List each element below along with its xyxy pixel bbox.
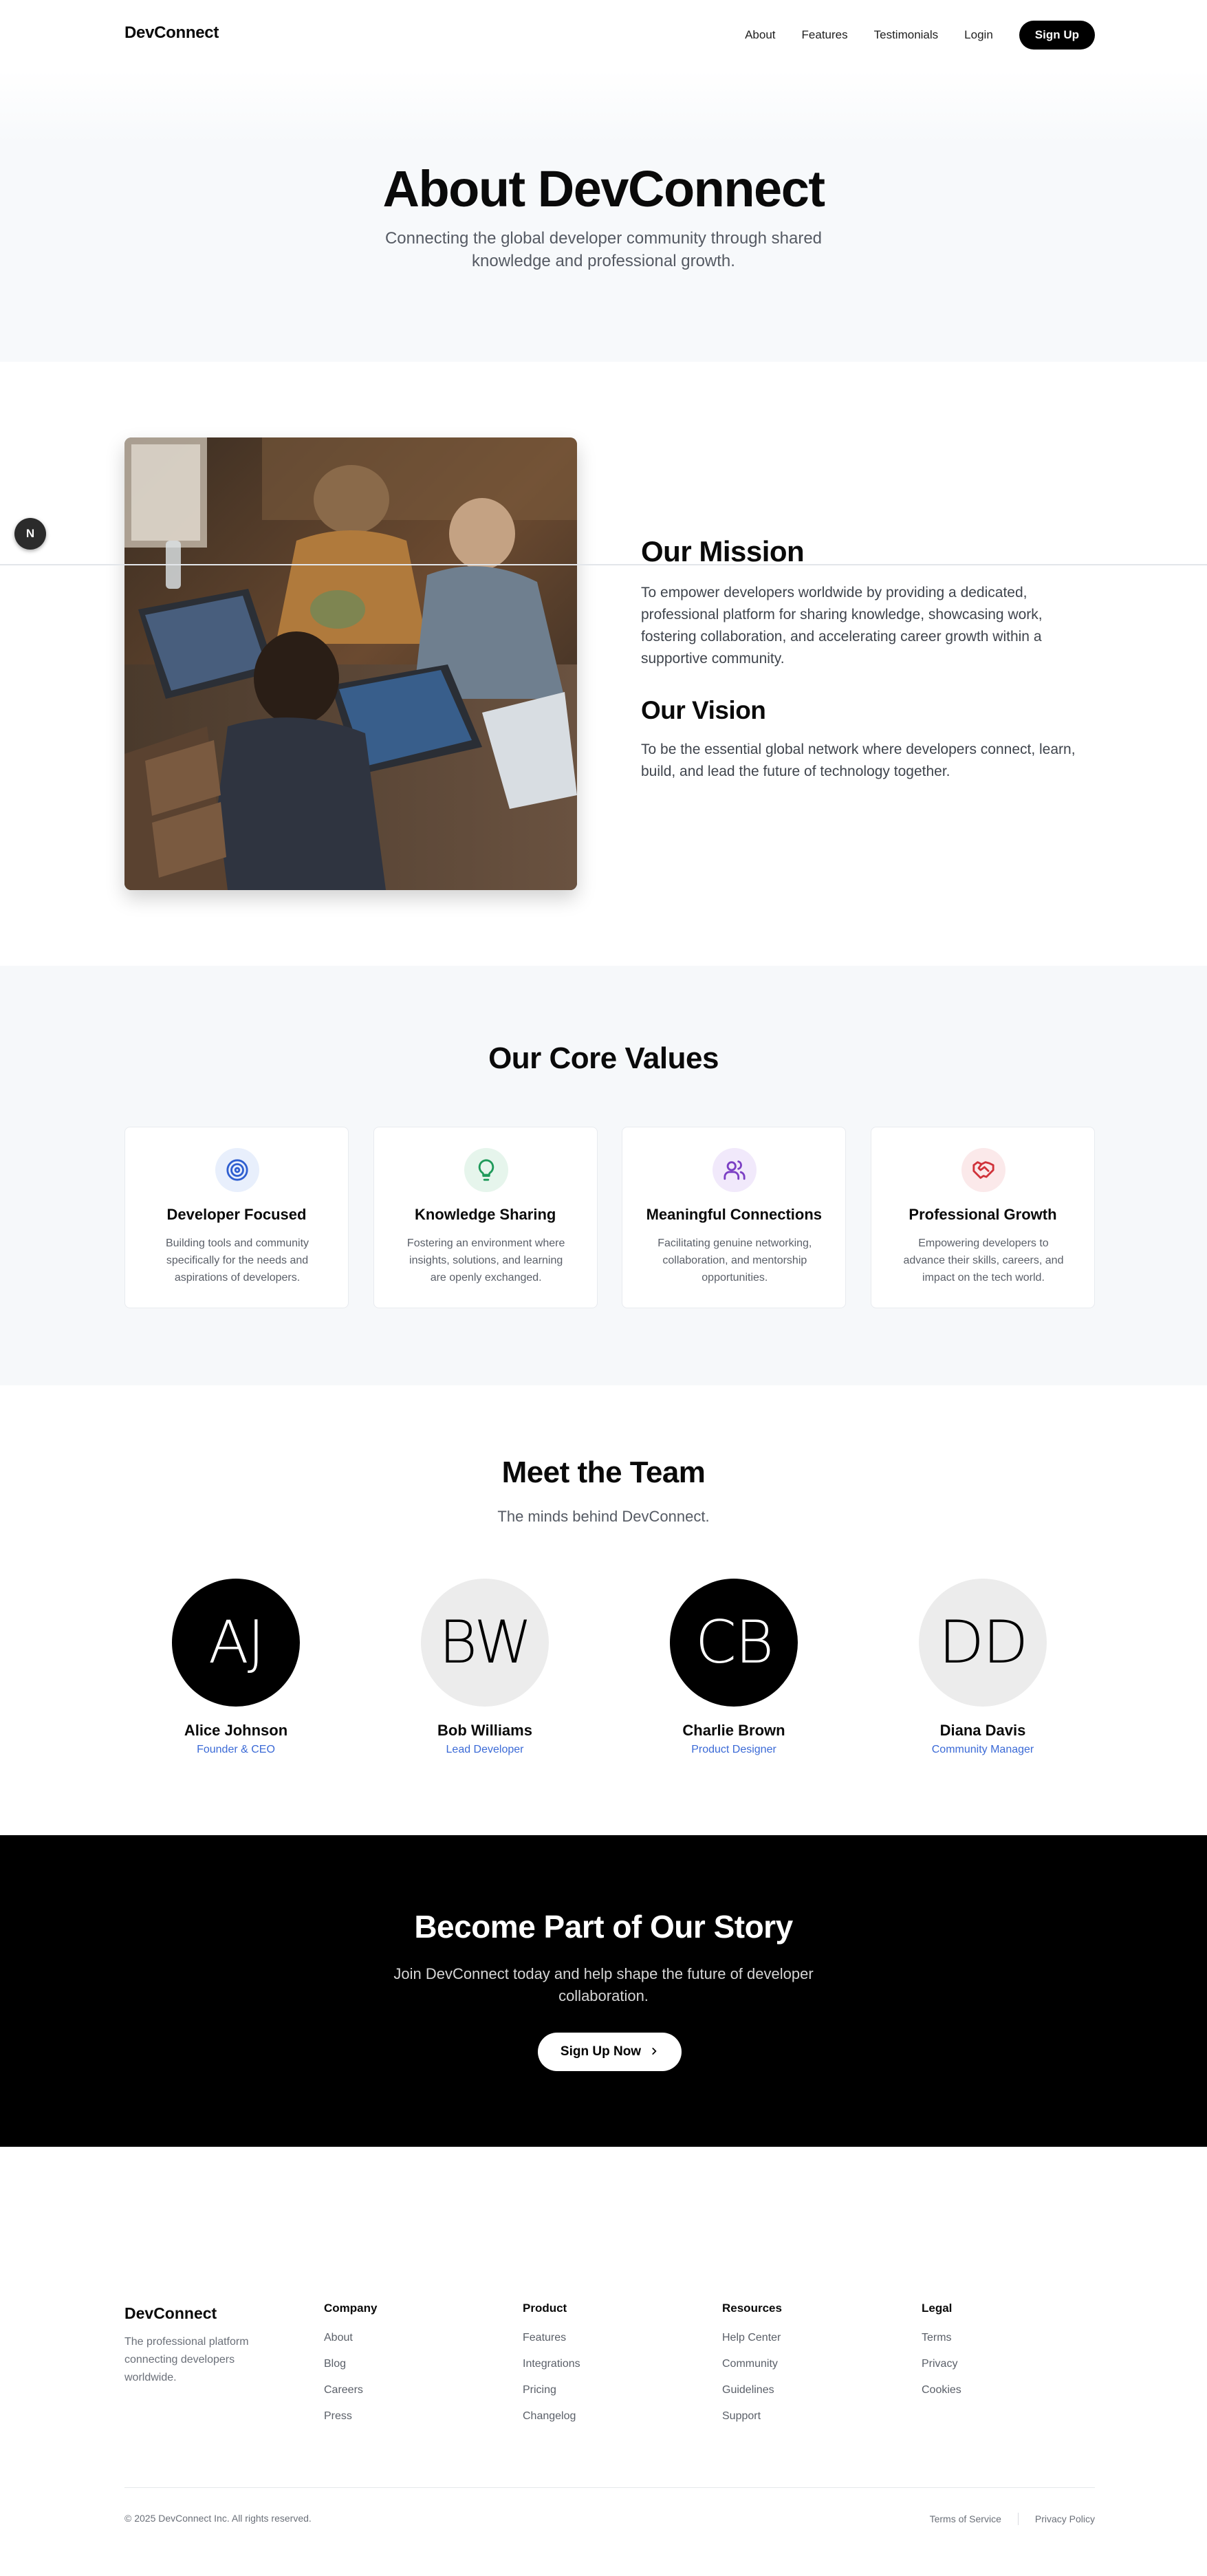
signup-button[interactable]: Sign Up <box>1019 21 1095 50</box>
chevron-right-icon <box>649 2044 659 2060</box>
team-title: Meet the Team <box>501 1455 706 1489</box>
value-card: Professional Growth Empowering developer… <box>870 1127 1095 1308</box>
footer-column-title: Product <box>523 2302 567 2315</box>
privacy-policy-link[interactable]: Privacy Policy <box>1035 2513 1095 2524</box>
footer-link[interactable]: Help Center <box>722 2332 782 2344</box>
value-title: Knowledge Sharing <box>414 1206 556 1223</box>
team-subtitle: The minds behind DevConnect. <box>497 1508 710 1525</box>
footer-link[interactable]: Community <box>722 2358 782 2370</box>
footer-link[interactable]: Terms <box>922 2332 961 2344</box>
mission-vision-block: Our Mission To empower developers worldw… <box>641 535 1081 783</box>
terms-of-service-link[interactable]: Terms of Service <box>930 2513 1001 2524</box>
hero-section: About DevConnect Connecting the global d… <box>0 70 1207 362</box>
value-title: Professional Growth <box>909 1206 1057 1223</box>
member-role: Lead Developer <box>446 1744 524 1755</box>
footer-link[interactable]: Press <box>324 2410 377 2423</box>
footer-link[interactable]: Changelog <box>523 2410 580 2423</box>
copyright-text: © 2025 DevConnect Inc. All rights reserv… <box>124 2513 312 2524</box>
avatar: AJ <box>172 1579 300 1707</box>
footer-link[interactable]: Integrations <box>523 2358 580 2370</box>
value-text: Fostering an environment where insights,… <box>406 1237 565 1284</box>
footer-column-title: Company <box>324 2302 378 2315</box>
value-title: Meaningful Connections <box>646 1206 823 1223</box>
handshake-icon <box>961 1148 1005 1192</box>
cta-title: Become Part of Our Story <box>414 1909 793 1945</box>
member-role: Product Designer <box>691 1744 776 1755</box>
vision-title: Our Vision <box>641 696 766 724</box>
footer-link[interactable]: Blog <box>324 2358 377 2370</box>
footer-column-product: Product Features Integrations Pricing Ch… <box>523 2302 580 2436</box>
value-card: Developer Focused Building tools and com… <box>124 1127 349 1308</box>
floating-badge[interactable]: N <box>14 518 46 550</box>
footer-divider <box>124 2487 1095 2488</box>
footer-bottom-links: Terms of Service Privacy Policy <box>930 2513 1095 2525</box>
divider-line <box>0 564 1207 565</box>
core-values-section: Our Core Values Developer Focused Buildi… <box>0 966 1207 1385</box>
footer-column-resources: Resources Help Center Community Guidelin… <box>722 2302 782 2436</box>
site-logo[interactable]: DevConnect <box>124 23 219 43</box>
value-card: Meaningful Connections Facilitating genu… <box>622 1127 847 1308</box>
mission-text: To empower developers worldwide by provi… <box>641 585 1043 667</box>
member-name: Alice Johnson <box>184 1722 288 1739</box>
main-nav: About Features Testimonials Login Sign U… <box>719 21 1095 50</box>
member-role: Community Manager <box>931 1744 1034 1755</box>
signup-now-button[interactable]: Sign Up Now <box>538 2033 682 2071</box>
team-member: BW Bob Williams Lead Developer <box>382 1579 588 1756</box>
footer-link[interactable]: Careers <box>324 2384 377 2396</box>
lightbulb-icon <box>464 1148 508 1192</box>
footer-logo[interactable]: DevConnect <box>124 2304 217 2323</box>
member-role: Founder & CEO <box>197 1744 275 1755</box>
member-name: Diana Davis <box>939 1722 1026 1739</box>
footer-link[interactable]: Support <box>722 2410 782 2423</box>
signup-now-label: Sign Up Now <box>560 2044 642 2059</box>
member-name: Bob Williams <box>437 1722 532 1739</box>
member-name: Charlie Brown <box>682 1722 785 1739</box>
value-text: Building tools and community specificall… <box>165 1237 309 1284</box>
value-title: Developer Focused <box>166 1206 307 1223</box>
avatar: CB <box>670 1579 798 1707</box>
nav-link-features[interactable]: Features <box>802 28 848 42</box>
footer-link[interactable]: About <box>324 2332 377 2344</box>
avatar: BW <box>421 1579 549 1707</box>
avatar: DD <box>919 1579 1047 1707</box>
mission-title: Our Mission <box>641 535 805 567</box>
vision-text: To be the essential global network where… <box>641 742 1076 779</box>
team-working-photo <box>124 437 577 890</box>
page-title: About DevConnect <box>382 160 826 217</box>
footer-link[interactable]: Guidelines <box>722 2384 782 2396</box>
footer-column-title: Legal <box>922 2302 953 2315</box>
value-card: Knowledge Sharing Fostering an environme… <box>373 1127 598 1308</box>
team-member: CB Charlie Brown Product Designer <box>631 1579 837 1756</box>
team-member: DD Diana Davis Community Manager <box>880 1579 1086 1756</box>
footer-column-legal: Legal Terms Privacy Cookies <box>922 2302 961 2410</box>
values-cards: Developer Focused Building tools and com… <box>124 1127 1095 1308</box>
footer-link[interactable]: Features <box>523 2332 580 2344</box>
value-text: Empowering developers to advance their s… <box>903 1237 1064 1284</box>
nav-link-testimonials[interactable]: Testimonials <box>874 28 939 42</box>
hero-subtitle: Connecting the global developer communit… <box>384 229 823 270</box>
nav-link-about[interactable]: About <box>745 28 775 42</box>
users-icon <box>713 1148 757 1192</box>
footer-description: The professional platform connecting dev… <box>124 2336 249 2383</box>
link-separator <box>1017 2513 1019 2525</box>
footer-column-title: Resources <box>722 2302 782 2315</box>
footer-link[interactable]: Cookies <box>922 2384 961 2396</box>
cta-section: Become Part of Our Story Join DevConnect… <box>0 1835 1207 2147</box>
values-title: Our Core Values <box>488 1041 719 1075</box>
nav-link-login[interactable]: Login <box>964 28 993 42</box>
cta-text: Join DevConnect today and help shape the… <box>393 1965 814 2004</box>
footer-link[interactable]: Privacy <box>922 2358 961 2370</box>
footer-column-company: Company About Blog Careers Press <box>324 2302 377 2436</box>
team-photo-illustration <box>124 437 577 890</box>
value-text: Facilitating genuine networking, collabo… <box>657 1237 812 1284</box>
target-icon <box>215 1148 259 1192</box>
footer-link[interactable]: Pricing <box>523 2384 580 2396</box>
team-member: AJ Alice Johnson Founder & CEO <box>133 1579 339 1756</box>
site-header: DevConnect About Features Testimonials L… <box>0 0 1207 70</box>
